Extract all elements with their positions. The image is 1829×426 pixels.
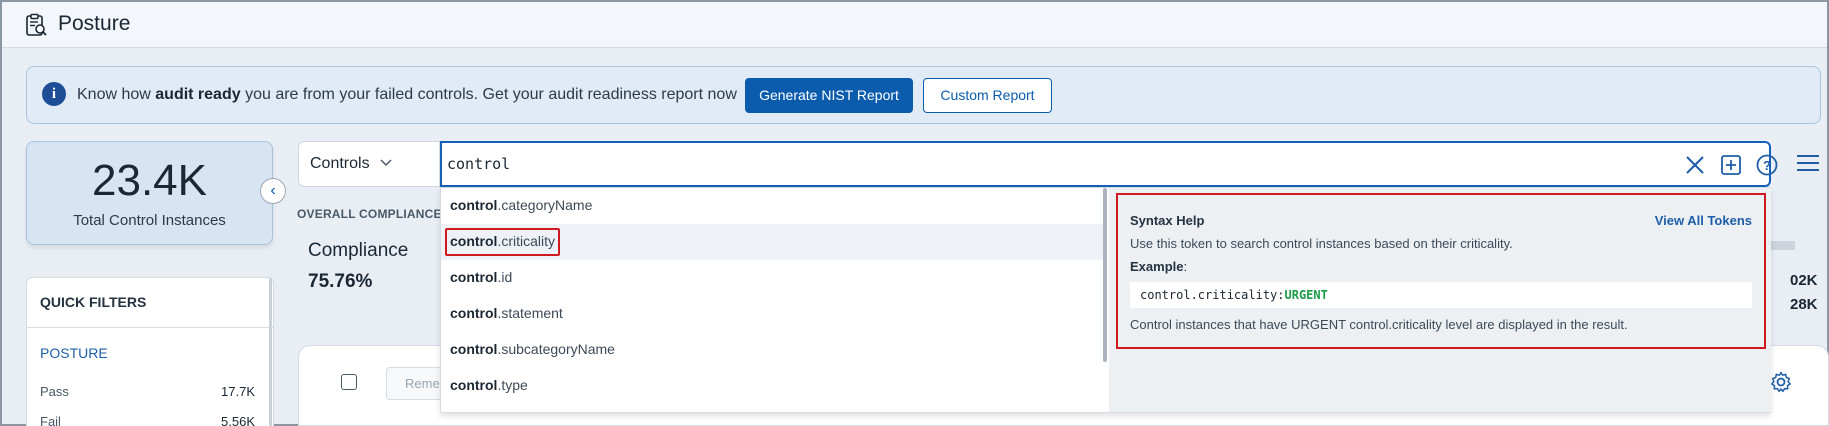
custom-report-button[interactable]: Custom Report <box>923 78 1052 113</box>
collapse-panel-button[interactable]: ‹ <box>260 178 286 204</box>
suggestion-item-selected[interactable]: control.criticality <box>441 224 1107 260</box>
suggestion-token-prefix: control <box>450 269 498 285</box>
suggestion-scrollbar[interactable] <box>1103 188 1107 362</box>
search-query[interactable]: control <box>447 155 510 173</box>
example-label: Example <box>1130 259 1184 274</box>
search-input[interactable]: control ? <box>440 141 1778 187</box>
view-all-tokens-link[interactable]: View All Tokens <box>1655 213 1752 228</box>
page-header: Posture <box>2 2 1827 48</box>
syntax-help-box: Syntax Help View All Tokens Use this tok… <box>1116 193 1766 349</box>
suggestion-token-field: .categoryName <box>497 197 593 213</box>
info-icon: i <box>42 82 66 106</box>
suggestion-token-prefix: control <box>450 377 498 393</box>
divider <box>27 327 273 328</box>
banner-message: Know how audit ready you are from your f… <box>77 86 737 104</box>
banner-message-end: you are from your failed controls. Get y… <box>240 86 737 103</box>
filter-pass-count: 17.7K <box>221 384 255 399</box>
quick-filters-panel: QUICK FILTERS POSTURE Pass 17.7K Fail 5.… <box>26 277 274 426</box>
total-control-instances-card[interactable]: 23.4K Total Control Instances <box>26 141 273 245</box>
panel-scrollbar[interactable] <box>269 278 272 426</box>
stat-value-truncated: 02K <box>1790 272 1818 289</box>
highlight-box <box>445 228 560 256</box>
add-filter-icon[interactable] <box>1719 153 1743 177</box>
filter-fail-label[interactable]: Fail <box>40 414 61 426</box>
compliance-label: Compliance <box>308 240 409 261</box>
suggestion-list: control.categoryName control.criticality… <box>441 188 1107 412</box>
suggestion-token-field: .statement <box>497 305 563 321</box>
suggestion-item[interactable]: control.id <box>441 260 1107 296</box>
syntax-help-description: Use this token to search control instanc… <box>1130 236 1513 251</box>
clipboard-search-icon <box>26 13 47 36</box>
code-value: URGENT <box>1284 288 1328 302</box>
suggestion-item[interactable]: control.statement <box>441 296 1107 332</box>
suggestion-token-field: .type <box>497 377 528 393</box>
close-icon[interactable] <box>1683 153 1707 177</box>
stat-value-truncated: 28K <box>1790 296 1818 313</box>
suggestion-token-prefix: control <box>450 197 498 213</box>
filter-fail-count: 5.56K <box>221 414 255 426</box>
suggestion-item[interactable]: control.subcategoryName <box>441 332 1107 368</box>
syntax-help-title: Syntax Help <box>1130 213 1205 228</box>
banner-message-emphasis: audit ready <box>155 86 241 103</box>
compliance-value: 75.76% <box>308 271 373 292</box>
suggestion-item[interactable]: control.type <box>441 368 1107 404</box>
chevron-down-icon <box>380 159 392 167</box>
syntax-help-pane: Syntax Help View All Tokens Use this tok… <box>1109 188 1771 412</box>
stat-value: 23.4K <box>92 156 207 205</box>
select-all-checkbox[interactable] <box>341 374 357 390</box>
filter-type-dropdown[interactable]: Controls <box>298 141 440 187</box>
filter-type-label: Controls <box>310 155 370 172</box>
example-heading: Example: <box>1130 259 1187 274</box>
search-suggestions-dropdown: control.categoryName control.criticality… <box>440 187 1771 413</box>
remediate-button[interactable]: Remed <box>386 367 447 400</box>
code-token: control.criticality: <box>1140 288 1285 302</box>
overall-compliance-heading: OVERALL COMPLIANCE <box>297 207 442 221</box>
progress-bar-fragment <box>1771 241 1795 250</box>
audit-readiness-banner: i Know how audit ready you are from your… <box>26 66 1821 124</box>
filter-pass-label[interactable]: Pass <box>40 384 69 399</box>
suggestion-token-field: .subcategoryName <box>497 341 615 357</box>
example-colon: : <box>1183 259 1188 274</box>
banner-message-start: Know how <box>77 86 156 103</box>
posture-section-title: POSTURE <box>40 345 108 361</box>
suggestion-token-field: .id <box>497 269 513 285</box>
gear-icon[interactable] <box>1769 370 1793 394</box>
chevron-left-icon: ‹ <box>270 182 276 199</box>
help-icon[interactable]: ? <box>1755 153 1779 177</box>
stat-label: Total Control Instances <box>73 212 226 229</box>
suggestion-token-prefix: control <box>450 305 498 321</box>
page-title: Posture <box>58 12 131 35</box>
menu-icon[interactable] <box>1795 153 1821 173</box>
generate-nist-report-button[interactable]: Generate NIST Report <box>745 78 913 113</box>
quick-filters-title: QUICK FILTERS <box>40 294 147 310</box>
example-result-text: Control instances that have URGENT contr… <box>1130 317 1628 332</box>
example-code: control.criticality:URGENT <box>1130 282 1752 308</box>
svg-text:?: ? <box>1763 158 1771 173</box>
suggestion-item[interactable]: control.categoryName <box>441 188 1107 224</box>
suggestion-token-prefix: control <box>450 341 498 357</box>
